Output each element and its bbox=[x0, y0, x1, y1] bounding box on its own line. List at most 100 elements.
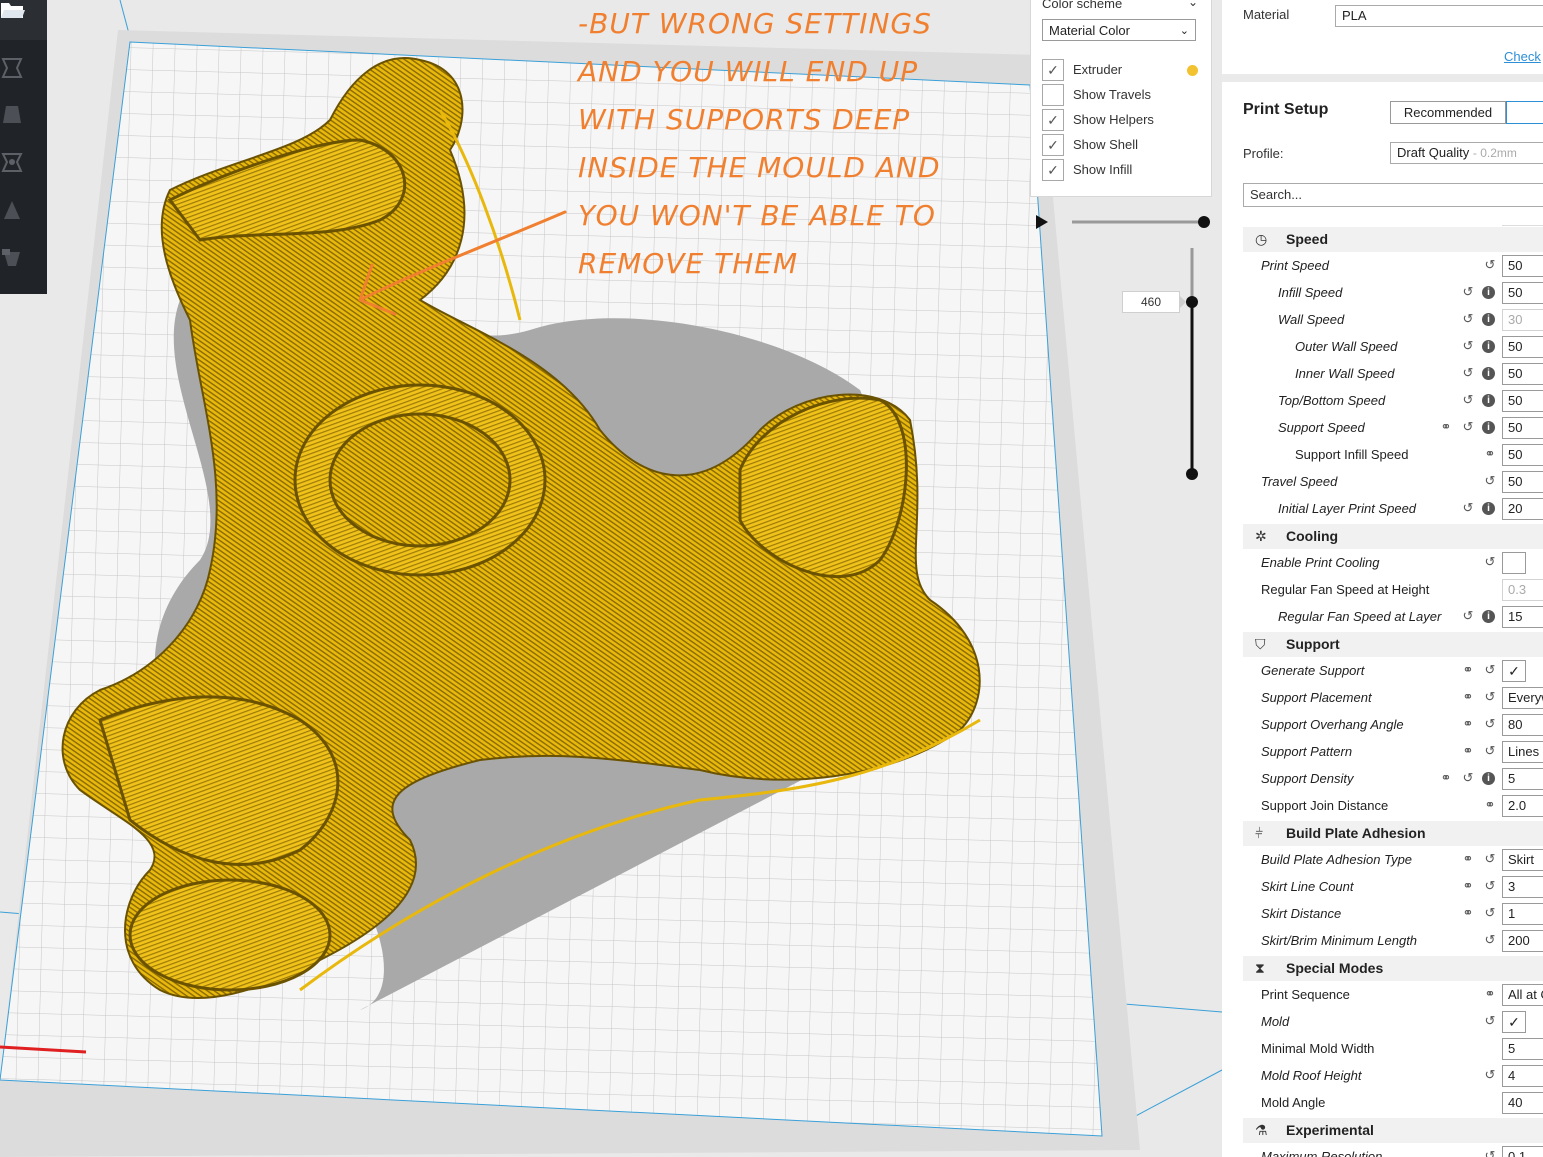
show-shell-toggle[interactable]: ✓ Show Shell bbox=[1042, 134, 1212, 156]
category-cooling[interactable]: ✲ Cooling bbox=[1243, 524, 1543, 549]
link-icon[interactable]: ⚭ bbox=[1461, 906, 1475, 920]
setting-value-input[interactable]: 50 bbox=[1502, 363, 1543, 385]
setting-checkbox[interactable]: ✓ bbox=[1502, 1011, 1526, 1033]
reset-icon[interactable]: ↺ bbox=[1483, 1149, 1497, 1157]
reset-icon[interactable]: ↺ bbox=[1483, 474, 1497, 488]
setting-value-input[interactable]: 40 bbox=[1502, 1092, 1543, 1114]
material-select[interactable]: PLA bbox=[1335, 5, 1543, 27]
info-icon[interactable]: i bbox=[1482, 502, 1495, 515]
setting-value-input[interactable]: 20 bbox=[1502, 498, 1543, 520]
info-icon[interactable]: i bbox=[1482, 610, 1495, 623]
setting-value-select[interactable]: All at Once bbox=[1502, 984, 1543, 1006]
reset-icon[interactable]: ↺ bbox=[1483, 933, 1497, 947]
setting-value-input[interactable]: 15 bbox=[1502, 606, 1543, 628]
show-infill-toggle[interactable]: ✓ Show Infill bbox=[1042, 159, 1212, 181]
category-experimental[interactable]: ⚗ Experimental bbox=[1243, 1118, 1543, 1143]
setting-value-select[interactable]: Lines bbox=[1502, 741, 1543, 763]
info-icon[interactable]: i bbox=[1482, 394, 1495, 407]
extruder-toggle[interactable]: ✓ Extruder bbox=[1042, 59, 1212, 81]
settings-search-input[interactable]: Search... bbox=[1243, 183, 1543, 207]
reset-icon[interactable]: ↺ bbox=[1483, 717, 1497, 731]
show-infill-checkbox[interactable]: ✓ bbox=[1042, 159, 1064, 181]
check-compatibility-link[interactable]: Check bbox=[1504, 49, 1541, 64]
category-build-plate-adhesion[interactable]: ⫩ Build Plate Adhesion bbox=[1243, 821, 1543, 846]
category-speed[interactable]: ◷ Speed bbox=[1243, 227, 1543, 252]
category-support[interactable]: ⛉ Support bbox=[1243, 632, 1543, 657]
reset-icon[interactable]: ↺ bbox=[1483, 1068, 1497, 1082]
setting-value-input[interactable]: 50 bbox=[1502, 444, 1543, 466]
reset-icon[interactable]: ↺ bbox=[1461, 312, 1475, 326]
reset-icon[interactable]: ↺ bbox=[1483, 663, 1497, 677]
info-icon[interactable]: i bbox=[1482, 367, 1495, 380]
reset-icon[interactable]: ↺ bbox=[1483, 906, 1497, 920]
setting-value-input[interactable]: 1 bbox=[1502, 903, 1543, 925]
reset-icon[interactable]: ↺ bbox=[1461, 609, 1475, 623]
show-travels-checkbox[interactable] bbox=[1042, 84, 1064, 106]
setting-value-input[interactable]: 0.1 bbox=[1502, 1146, 1543, 1157]
show-helpers-checkbox[interactable]: ✓ bbox=[1042, 109, 1064, 131]
link-icon[interactable]: ⚭ bbox=[1439, 420, 1453, 434]
reset-icon[interactable]: ↺ bbox=[1461, 393, 1475, 407]
info-icon[interactable]: i bbox=[1482, 340, 1495, 353]
info-icon[interactable]: i bbox=[1482, 313, 1495, 326]
profile-select[interactable]: Draft Quality - 0.2mm bbox=[1390, 142, 1543, 164]
show-helpers-toggle[interactable]: ✓ Show Helpers bbox=[1042, 109, 1212, 131]
color-scheme-select[interactable]: Material Color ⌄ bbox=[1042, 19, 1196, 41]
info-icon[interactable]: i bbox=[1482, 286, 1495, 299]
mirror-tool-button[interactable] bbox=[0, 198, 47, 242]
reset-icon[interactable]: ↺ bbox=[1461, 771, 1475, 785]
link-icon[interactable]: ⚭ bbox=[1461, 663, 1475, 677]
reset-icon[interactable]: ↺ bbox=[1483, 1014, 1497, 1028]
link-icon[interactable]: ⚭ bbox=[1461, 744, 1475, 758]
show-travels-toggle[interactable]: Show Travels bbox=[1042, 84, 1212, 106]
layer-number-input[interactable]: 460 bbox=[1122, 291, 1180, 313]
setting-value-input[interactable]: 50 bbox=[1502, 336, 1543, 358]
setting-value-input[interactable]: 50 bbox=[1502, 471, 1543, 493]
category-special-modes[interactable]: ⧗ Special Modes bbox=[1243, 956, 1543, 981]
reset-icon[interactable]: ↺ bbox=[1483, 852, 1497, 866]
link-icon[interactable]: ⚭ bbox=[1461, 690, 1475, 704]
setting-value-input[interactable]: 3 bbox=[1502, 876, 1543, 898]
reset-icon[interactable]: ↺ bbox=[1483, 744, 1497, 758]
setting-value-input[interactable]: 50 bbox=[1502, 390, 1543, 412]
collapse-chevron-icon[interactable]: ⌄ bbox=[1188, 0, 1198, 9]
setting-value-select[interactable]: Skirt bbox=[1502, 849, 1543, 871]
reset-icon[interactable]: ↺ bbox=[1483, 555, 1497, 569]
setting-value-input[interactable]: 5 bbox=[1502, 768, 1543, 790]
link-icon[interactable]: ⚭ bbox=[1461, 852, 1475, 866]
link-icon[interactable]: ⚭ bbox=[1461, 717, 1475, 731]
reset-icon[interactable]: ↺ bbox=[1461, 501, 1475, 515]
link-icon[interactable]: ⚭ bbox=[1461, 879, 1475, 893]
reset-icon[interactable]: ↺ bbox=[1461, 285, 1475, 299]
setting-checkbox[interactable]: ✓ bbox=[1502, 660, 1526, 682]
setting-value-input[interactable]: 5 bbox=[1502, 1038, 1543, 1060]
reset-icon[interactable]: ↺ bbox=[1483, 879, 1497, 893]
setting-checkbox[interactable] bbox=[1502, 552, 1526, 574]
reset-icon[interactable]: ↺ bbox=[1461, 339, 1475, 353]
rotate-tool-button[interactable] bbox=[0, 150, 47, 194]
scale-tool-button[interactable] bbox=[0, 102, 47, 146]
recommended-tab[interactable]: Recommended bbox=[1390, 101, 1506, 124]
extruder-checkbox[interactable]: ✓ bbox=[1042, 59, 1064, 81]
link-icon[interactable]: ⚭ bbox=[1439, 771, 1453, 785]
info-icon[interactable]: i bbox=[1482, 772, 1495, 785]
3d-viewport[interactable]: -BUT WRONG SETTINGS AND YOU WILL END UP … bbox=[0, 0, 1222, 1157]
reset-icon[interactable]: ↺ bbox=[1461, 366, 1475, 380]
open-file-button[interactable] bbox=[0, 0, 47, 40]
info-icon[interactable]: i bbox=[1482, 421, 1495, 434]
setting-value-input[interactable]: 4 bbox=[1502, 1065, 1543, 1087]
setting-value-input[interactable]: 50 bbox=[1502, 255, 1543, 277]
link-icon[interactable]: ⚭ bbox=[1483, 798, 1497, 812]
setting-value-input[interactable]: 80 bbox=[1502, 714, 1543, 736]
reset-icon[interactable]: ↺ bbox=[1461, 420, 1475, 434]
setting-value-input[interactable]: 50 bbox=[1502, 417, 1543, 439]
setting-value-input[interactable]: 50 bbox=[1502, 282, 1543, 304]
setting-value-select[interactable]: Everywhere bbox=[1502, 687, 1543, 709]
custom-tab[interactable] bbox=[1506, 101, 1543, 124]
reset-icon[interactable]: ↺ bbox=[1483, 258, 1497, 272]
reset-icon[interactable]: ↺ bbox=[1483, 690, 1497, 704]
setting-value-input[interactable]: 200 bbox=[1502, 930, 1543, 952]
link-icon[interactable]: ⚭ bbox=[1483, 987, 1497, 1001]
per-model-settings-button[interactable] bbox=[0, 246, 47, 290]
move-tool-button[interactable] bbox=[0, 56, 47, 100]
